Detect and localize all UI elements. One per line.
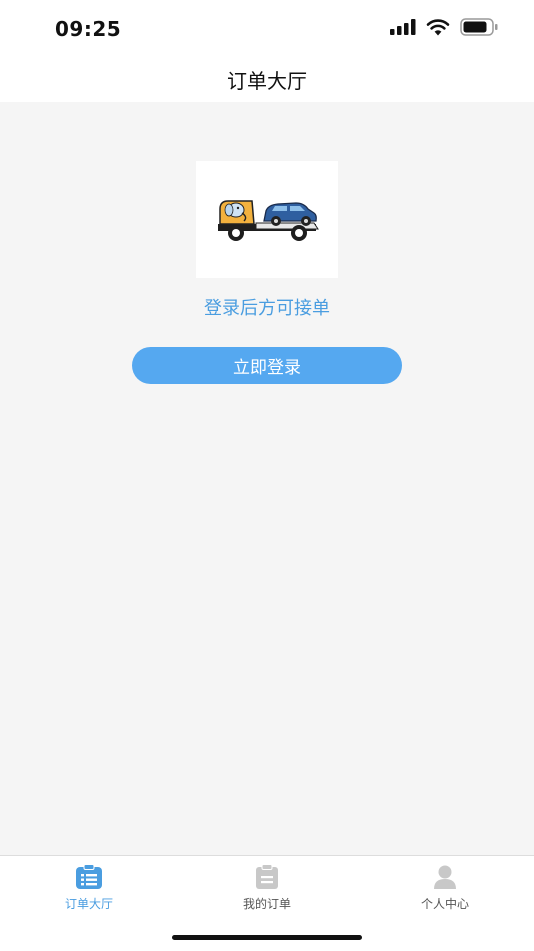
tow-truck-with-car-illustration: [218, 200, 319, 241]
battery-icon: [460, 18, 498, 36]
page-title: 订单大厅: [227, 68, 307, 93]
tab-label-personal-center: 个人中心: [420, 897, 469, 911]
tab-order-hall[interactable]: 订单大厅: [19, 864, 159, 912]
login-hint-text: 登录后方可接单: [204, 298, 330, 319]
tab-label-my-orders: 我的订单: [242, 897, 291, 911]
status-bar: 09:25: [0, 0, 534, 56]
tab-my-orders[interactable]: 我的订单: [197, 864, 337, 912]
main-content: 登录后方可接单 立即登录: [0, 102, 534, 855]
tab-label-order-hall: 订单大厅: [64, 897, 113, 911]
navigation-bar: 订单大厅: [0, 56, 534, 102]
home-indicator: [172, 935, 362, 940]
status-time: 09:25: [55, 17, 122, 41]
tow-truck-illustration: [196, 161, 338, 278]
login-button[interactable]: 立即登录: [132, 347, 402, 384]
clipboard-icon: [256, 864, 278, 889]
cellular-signal-icon: [390, 19, 416, 35]
user-icon: [434, 865, 456, 889]
status-icons: [390, 18, 498, 36]
tab-personal-center[interactable]: 个人中心: [375, 864, 515, 912]
wifi-icon: [426, 18, 450, 35]
order-list-icon: [76, 864, 102, 889]
